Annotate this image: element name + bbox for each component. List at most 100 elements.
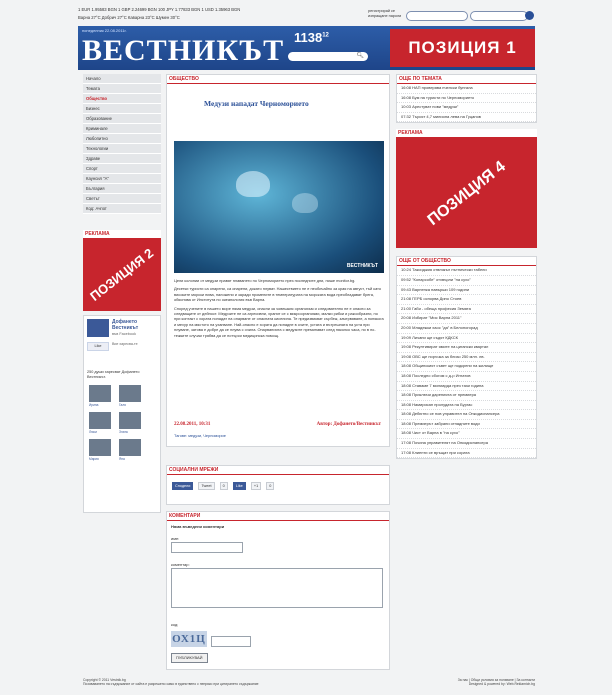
site-logo[interactable]: ВЕСТНИКЪТ <box>82 36 284 66</box>
issue-number-value: 1138 <box>294 30 323 45</box>
list-item[interactable]: 16:08 Бум на туристи по Черноморието <box>397 93 536 104</box>
image-watermark: ВЕСТНИКЪТ <box>346 263 378 269</box>
list-item[interactable]: 19:08 Рекултивират ямите на цигански ква… <box>397 343 536 353</box>
list-item[interactable]: 21:08 ГЕРБ оспорва Дино Стоев <box>397 295 536 305</box>
facebook-like-desc: Вие харесва-те <box>112 342 138 346</box>
list-item[interactable]: 18:08 Намирисан пролудата на Бургас <box>397 400 536 411</box>
right-column: ОЩЕ ПО ТЕМАТА 16:08 НАП проверява пчелск… <box>396 74 537 460</box>
article-paragraph: Според учените в нашето море няма медузи… <box>174 305 384 338</box>
comment-textarea[interactable] <box>171 568 383 608</box>
facebook-like-button[interactable]: Like <box>87 342 109 351</box>
name-field[interactable] <box>171 542 243 553</box>
main-nav: Начало Темата Общество Бизнес Образовани… <box>83 74 161 214</box>
nav-item-crime[interactable]: Криминале <box>83 124 161 134</box>
facebook-page-logo[interactable] <box>87 319 109 337</box>
footer-right: За нас | Общи условия за ползване | За к… <box>458 678 535 686</box>
comments-box: КОМЕНТАРИ Няма въведени коментари име: к… <box>166 511 390 670</box>
list-item[interactable]: 18:08 Дебютно се нов управител на Онкоди… <box>397 410 536 420</box>
tweet-button[interactable]: Tweet <box>198 482 215 490</box>
list-item[interactable]: 18:08 Премиерът забрани отпадните води <box>397 419 536 430</box>
nav-item-curious[interactable]: Любопитно <box>83 134 161 144</box>
article-body: Цели колонии от медузи правят плаването … <box>174 278 384 341</box>
banner-position-2[interactable]: ПОЗИЦИЯ 2 <box>83 239 161 311</box>
list-item[interactable]: 18:08 Приключи даренията от премиера <box>397 391 536 401</box>
list-item[interactable]: 18:08 Последно сбогом с д-р Игнатов <box>397 371 536 382</box>
list-item[interactable]: 10:24 Таксиджия отвлякъл пътнически табе… <box>397 266 536 276</box>
password-field[interactable] <box>470 11 528 21</box>
username-field[interactable] <box>406 11 468 21</box>
login-button[interactable] <box>525 11 534 20</box>
list-item[interactable]: 17:08 Клиенти се връщат при сората <box>397 448 536 459</box>
list-item[interactable]: 20:08 Избират "Мис Варна 2011" <box>397 314 536 324</box>
nav-item-theme[interactable]: Темата <box>83 84 161 94</box>
left-column: Начало Темата Общество Бизнес Образовани… <box>83 74 161 513</box>
captcha-field[interactable] <box>211 636 251 647</box>
article-paragraph: Цели колонии от медузи правят плаването … <box>174 278 356 283</box>
banner-position-4[interactable]: ПОЗИЦИЯ 4 <box>396 138 537 249</box>
nav-item-business[interactable]: Бизнес <box>83 104 161 114</box>
face-name: Мария <box>89 457 99 461</box>
register-link[interactable]: регистрирай се изпращане пароли <box>368 9 404 18</box>
plus-count: 0 <box>266 482 275 490</box>
nav-item-bulgaria[interactable]: България <box>83 184 161 194</box>
facebook-page-name[interactable]: Дофането Вестникът <box>112 319 158 331</box>
nav-item-council[interactable]: Каунсил "А" <box>83 174 161 184</box>
jellyfish-shape <box>236 171 270 197</box>
captcha-image: ОХ1Ц <box>171 631 207 647</box>
list-item[interactable]: 09:43 Варненка навърши 109 години <box>397 285 536 296</box>
page: 1 EUR 1.95583 BGN 1 GBP 2.24699 BGN 100 … <box>0 0 612 695</box>
nav-item-health[interactable]: Здраве <box>83 154 161 164</box>
list-item[interactable]: 19:09 Личани ще съдят КДКСК <box>397 333 536 344</box>
facebook-like-button[interactable]: Like <box>232 482 246 490</box>
banner-position-4-label: ПОЗИЦИЯ 4 <box>424 157 509 229</box>
name-label: име: <box>171 536 180 541</box>
search-input[interactable]: 🔍︎ <box>288 52 368 61</box>
facebook-face[interactable]: Люси <box>89 412 111 434</box>
face-name: Злата <box>119 430 128 434</box>
more-box: ОЩЕ ОТ ОБЩЕСТВО 10:24 Таксиджия отвлякъл… <box>396 256 537 460</box>
list-item[interactable]: 16:08 НАП проверява пчелски бунгала <box>397 84 536 94</box>
footer-credit[interactable]: Designed & powered by: Web.Reklamich.bg <box>458 682 535 686</box>
face-name: Яна <box>119 457 125 461</box>
nav-item-education[interactable]: Образование <box>83 114 161 124</box>
article-paragraph: Десетки туристи са опарени, са опарени, … <box>174 286 382 303</box>
facebook-face[interactable]: Мария <box>89 439 111 461</box>
related-list: 16:08 НАП проверява пчелски бунгала 16:0… <box>397 84 536 123</box>
facebook-face[interactable]: Злата <box>119 412 141 434</box>
publish-button[interactable]: ПУБЛИКУВАЙ <box>171 653 208 663</box>
list-item[interactable]: 17:08 Почина управителят на Онкодиспансе… <box>397 439 536 449</box>
article-tags[interactable]: Тагове: медузи, Черноморие <box>174 433 226 438</box>
main-column: ОБЩЕСТВО Медузи нападат Черноморието ВЕС… <box>166 74 390 670</box>
list-item[interactable]: 18:08 Общинският съвет ще подкрепи на жи… <box>397 362 536 372</box>
face-name: Люси <box>89 430 97 434</box>
list-item[interactable]: 18:08 Ставаме 7 милиарда през тази годин… <box>397 381 536 392</box>
facebook-face[interactable]: Галя <box>119 385 141 407</box>
list-item[interactable]: 19:08 ОВС ще поръчка за близо 250 млн. л… <box>397 352 536 363</box>
nav-item-home[interactable]: Начало <box>83 74 161 84</box>
list-item[interactable]: 21:00 Габи - обеща професия Земята <box>397 304 536 315</box>
nav-item-tech[interactable]: Технологии <box>83 144 161 154</box>
social-title: СОЦИАЛНИ МРЕЖИ <box>167 466 389 475</box>
facebook-face[interactable]: Яна <box>119 439 141 461</box>
social-box: СОЦИАЛНИ МРЕЖИ Сподели Tweet 0 Like +1 0 <box>166 465 390 505</box>
tweet-count: 0 <box>219 482 228 490</box>
banner-position-1[interactable]: ПОЗИЦИЯ 1 <box>390 29 535 67</box>
search-icon[interactable]: 🔍︎ <box>356 52 364 59</box>
list-item[interactable]: 09:52 "Копарсобе" отхвърли "на сухо" <box>397 275 536 286</box>
nav-item-sport[interactable]: Спорт <box>83 164 161 174</box>
facebook-face[interactable]: Ирина <box>89 385 111 407</box>
facebook-share-button[interactable]: Сподели <box>172 482 194 490</box>
nav-item-world[interactable]: Светът <box>83 194 161 204</box>
list-item[interactable]: 18:08 Чист от Варна в "на сухо" <box>397 429 536 440</box>
nav-item-society[interactable]: Общество <box>83 94 161 104</box>
list-item[interactable]: 07:32 Търсят 4,7 милиона левa на Гуцанов <box>397 112 536 123</box>
jellyfish-shape <box>292 193 318 213</box>
comments-title: КОМЕНТАРИ <box>167 512 389 521</box>
footer: Copyright © 2011 Vestnik.bg Позоваването… <box>83 678 535 686</box>
list-item[interactable]: 20:00 Младежки хаос "да" в Белоногорад <box>397 323 536 334</box>
article-section[interactable]: ОБЩЕСТВО <box>167 75 389 84</box>
list-item[interactable]: 10:03 Арестуват нови "медузи" <box>397 103 536 113</box>
nav-item-code[interactable]: Код: Ачпот <box>83 204 161 214</box>
more-title: ОЩЕ ОТ ОБЩЕСТВО <box>397 257 536 267</box>
google-plus-button[interactable]: +1 <box>250 482 262 490</box>
